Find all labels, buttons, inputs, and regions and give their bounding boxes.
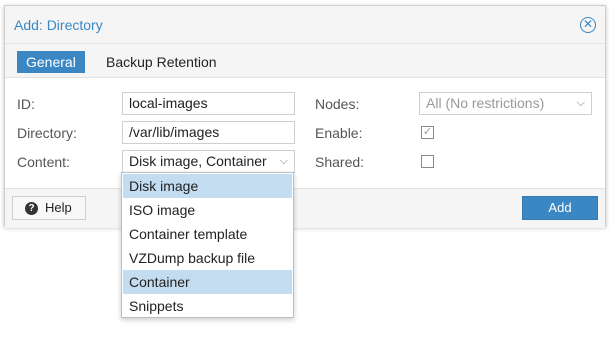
- list-item[interactable]: ISO image: [123, 198, 292, 222]
- nodes-value: All (No restrictions): [426, 95, 545, 111]
- shared-checkbox[interactable]: [421, 155, 434, 168]
- enable-checkbox[interactable]: ✓: [421, 126, 434, 139]
- help-button[interactable]: ? Help: [12, 196, 86, 220]
- list-item[interactable]: Snippets: [123, 294, 292, 318]
- dialog-titlebar: Add: Directory ✕: [5, 6, 605, 44]
- tab-backup-retention[interactable]: Backup Retention: [97, 51, 226, 73]
- question-icon: ?: [25, 202, 38, 215]
- tab-general[interactable]: General: [17, 51, 85, 73]
- id-label: ID:: [17, 96, 35, 112]
- content-label: Content:: [17, 154, 70, 170]
- nodes-label: Nodes:: [315, 96, 360, 112]
- tab-bar: General Backup Retention: [5, 44, 605, 78]
- list-item[interactable]: Disk image: [123, 174, 292, 198]
- list-item[interactable]: Container: [123, 270, 292, 294]
- enable-label: Enable:: [315, 125, 363, 141]
- dialog-footer: ? Help Add: [5, 188, 605, 228]
- content-value: Disk image, Container: [129, 153, 267, 169]
- close-icon[interactable]: ✕: [580, 17, 596, 33]
- shared-label: Shared:: [315, 154, 365, 170]
- directory-label: Directory:: [17, 125, 77, 141]
- list-item[interactable]: VZDump backup file: [123, 246, 292, 270]
- add-directory-dialog: Add: Directory ✕ General Backup Retentio…: [4, 5, 606, 228]
- list-item[interactable]: Container template: [123, 222, 292, 246]
- directory-value: /var/lib/images: [129, 124, 220, 140]
- add-button[interactable]: Add: [522, 196, 598, 220]
- nodes-combobox[interactable]: All (No restrictions) ⌵: [419, 92, 592, 115]
- id-field[interactable]: local-images: [122, 92, 295, 115]
- chevron-down-icon[interactable]: ⌵: [280, 151, 288, 172]
- id-value: local-images: [129, 95, 208, 111]
- content-dropdown-list: Disk image ISO image Container template …: [121, 172, 294, 318]
- help-label: Help: [45, 200, 72, 215]
- directory-field[interactable]: /var/lib/images: [122, 121, 295, 144]
- content-combobox[interactable]: Disk image, Container ⌵: [122, 150, 295, 173]
- dialog-title: Add: Directory: [14, 17, 103, 33]
- chevron-down-icon[interactable]: ⌵: [577, 93, 585, 114]
